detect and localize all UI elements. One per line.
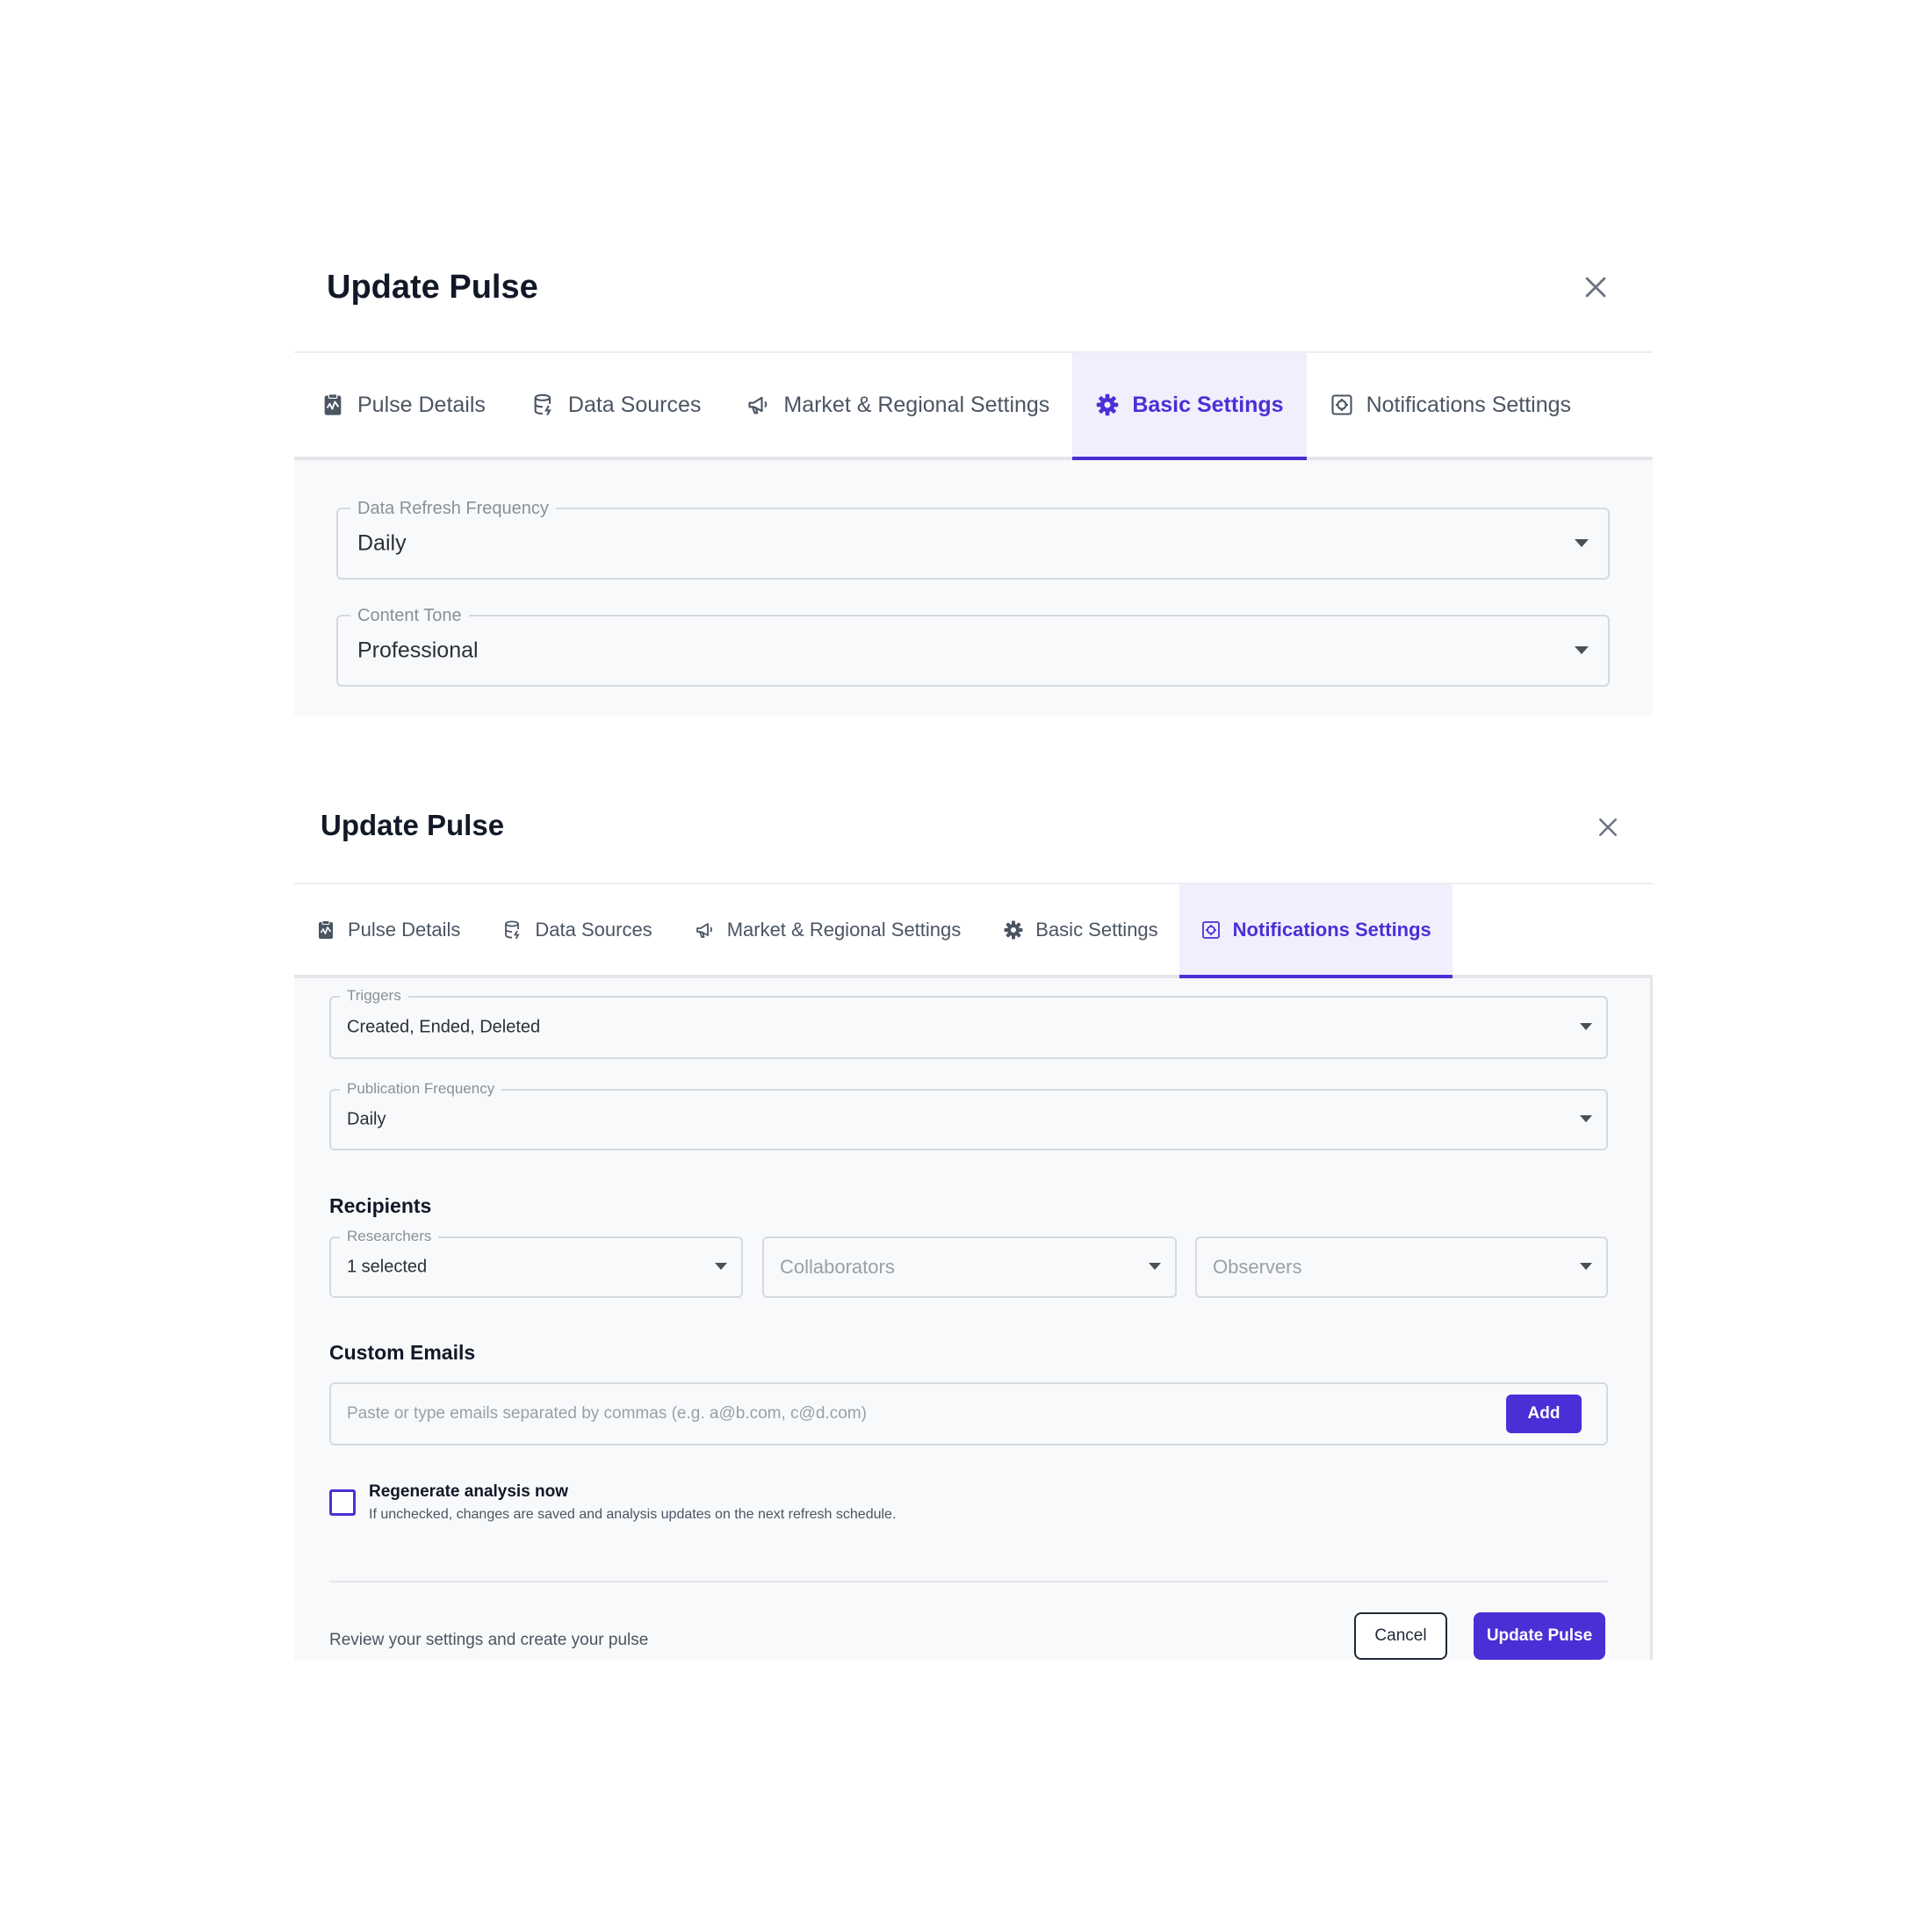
data-refresh-frequency-select[interactable]: Data Refresh Frequency Daily: [336, 499, 1610, 580]
megaphone-icon: [696, 922, 712, 938]
field-label: Researchers: [340, 1228, 439, 1245]
tab-bar: Pulse Details Data Sources Market & Regi…: [294, 353, 1653, 460]
clipboard-icon: [324, 393, 342, 415]
field-label: Content Tone: [350, 606, 469, 626]
custom-emails-input[interactable]: Paste or type emails separated by commas…: [329, 1382, 1608, 1445]
tab-pulse-details[interactable]: Pulse Details: [294, 353, 508, 457]
tab-pulse-details[interactable]: Pulse Details: [294, 884, 481, 975]
caret-down-icon[interactable]: [1580, 1023, 1592, 1030]
tab-label: Pulse Details: [357, 392, 486, 417]
field-placeholder: Collaborators: [780, 1256, 895, 1278]
field-value: Daily: [357, 530, 407, 556]
tab-label: Data Sources: [567, 392, 702, 417]
tab-data-sources[interactable]: Data Sources: [481, 884, 673, 975]
database-icon: [505, 920, 520, 939]
clipboard-icon: [319, 919, 333, 939]
tab-market-regional[interactable]: Market & Regional Settings: [674, 884, 983, 975]
tab-label: Market & Regional Settings: [726, 918, 962, 941]
caret-down-icon[interactable]: [1575, 539, 1589, 547]
researchers-select[interactable]: Researchers 1 selected: [329, 1228, 743, 1298]
recipients-heading: Recipients: [329, 1194, 432, 1217]
update-pulse-button[interactable]: Update Pulse: [1474, 1612, 1605, 1660]
tab-bar: Pulse Details Data Sources Market & Regi…: [294, 884, 1653, 978]
add-email-button[interactable]: Add: [1506, 1395, 1582, 1433]
basic-settings-content: Data Refresh Frequency Daily Content Ton…: [294, 460, 1653, 716]
tab-label: Market & Regional Settings: [783, 392, 1050, 417]
footer-hint: Review your settings and create your pul…: [329, 1631, 649, 1649]
caret-down-icon[interactable]: [1580, 1263, 1592, 1270]
tab-label: Data Sources: [535, 918, 652, 941]
notification-box-icon: [1201, 920, 1220, 939]
content-tone-select[interactable]: Content Tone Professional: [336, 606, 1610, 687]
regenerate-checkbox[interactable]: [329, 1489, 356, 1516]
database-icon: [534, 393, 551, 416]
regenerate-help-text: If unchecked, changes are saved and anal…: [369, 1507, 897, 1522]
dialog-header: Update Pulse: [294, 246, 1653, 353]
gear-icon: [1004, 920, 1023, 939]
field-value: Professional: [357, 638, 479, 663]
tab-notifications-settings[interactable]: Notifications Settings: [1179, 884, 1453, 978]
field-placeholder: Observers: [1213, 1256, 1302, 1278]
field-placeholder: Paste or type emails separated by commas…: [347, 1404, 867, 1423]
caret-down-icon[interactable]: [1149, 1263, 1161, 1270]
dialog-header: Update Pulse: [294, 786, 1653, 884]
cancel-button[interactable]: Cancel: [1354, 1612, 1447, 1660]
close-icon[interactable]: [1595, 814, 1621, 840]
close-icon[interactable]: [1581, 272, 1611, 302]
triggers-select[interactable]: Triggers Created, Ended, Deleted: [329, 987, 1608, 1059]
field-label: Triggers: [340, 987, 408, 1005]
regenerate-label: Regenerate analysis now: [369, 1482, 569, 1501]
tab-label: Notifications Settings: [1366, 392, 1572, 417]
megaphone-icon: [748, 396, 768, 415]
tab-market-regional[interactable]: Market & Regional Settings: [724, 353, 1072, 457]
tab-basic-settings[interactable]: Basic Settings: [1072, 353, 1307, 460]
field-label: Publication Frequency: [340, 1080, 502, 1098]
tab-label: Notifications Settings: [1232, 918, 1431, 941]
update-pulse-dialog-basic: Update Pulse Pulse Details Data Sources …: [294, 246, 1653, 716]
dialog-title: Update Pulse: [321, 809, 505, 841]
tab-notifications-settings[interactable]: Notifications Settings: [1307, 353, 1594, 457]
custom-emails-heading: Custom Emails: [329, 1341, 476, 1364]
field-value: Created, Ended, Deleted: [347, 1017, 541, 1037]
observers-select[interactable]: Observers: [1195, 1236, 1608, 1298]
field-value: Daily: [347, 1109, 386, 1129]
dialog-title: Update Pulse: [327, 269, 538, 306]
tab-basic-settings[interactable]: Basic Settings: [982, 884, 1179, 975]
notification-box-icon: [1331, 394, 1352, 415]
update-pulse-dialog-notifications: Update Pulse Pulse Details Data Sources …: [294, 786, 1653, 1660]
caret-down-icon[interactable]: [1580, 1115, 1592, 1122]
tab-label: Basic Settings: [1132, 392, 1284, 417]
notifications-settings-content: Triggers Created, Ended, Deleted Publica…: [294, 978, 1653, 1660]
gear-icon: [1097, 393, 1119, 416]
caret-down-icon[interactable]: [715, 1263, 727, 1270]
field-value: 1 selected: [347, 1257, 428, 1277]
collaborators-select[interactable]: Collaborators: [762, 1236, 1177, 1298]
caret-down-icon[interactable]: [1575, 646, 1589, 654]
field-label: Data Refresh Frequency: [350, 499, 556, 519]
publication-frequency-select[interactable]: Publication Frequency Daily: [329, 1080, 1608, 1150]
tab-label: Basic Settings: [1035, 918, 1158, 941]
tab-label: Pulse Details: [348, 918, 461, 941]
footer-divider: [329, 1581, 1608, 1582]
tab-data-sources[interactable]: Data Sources: [508, 353, 724, 457]
